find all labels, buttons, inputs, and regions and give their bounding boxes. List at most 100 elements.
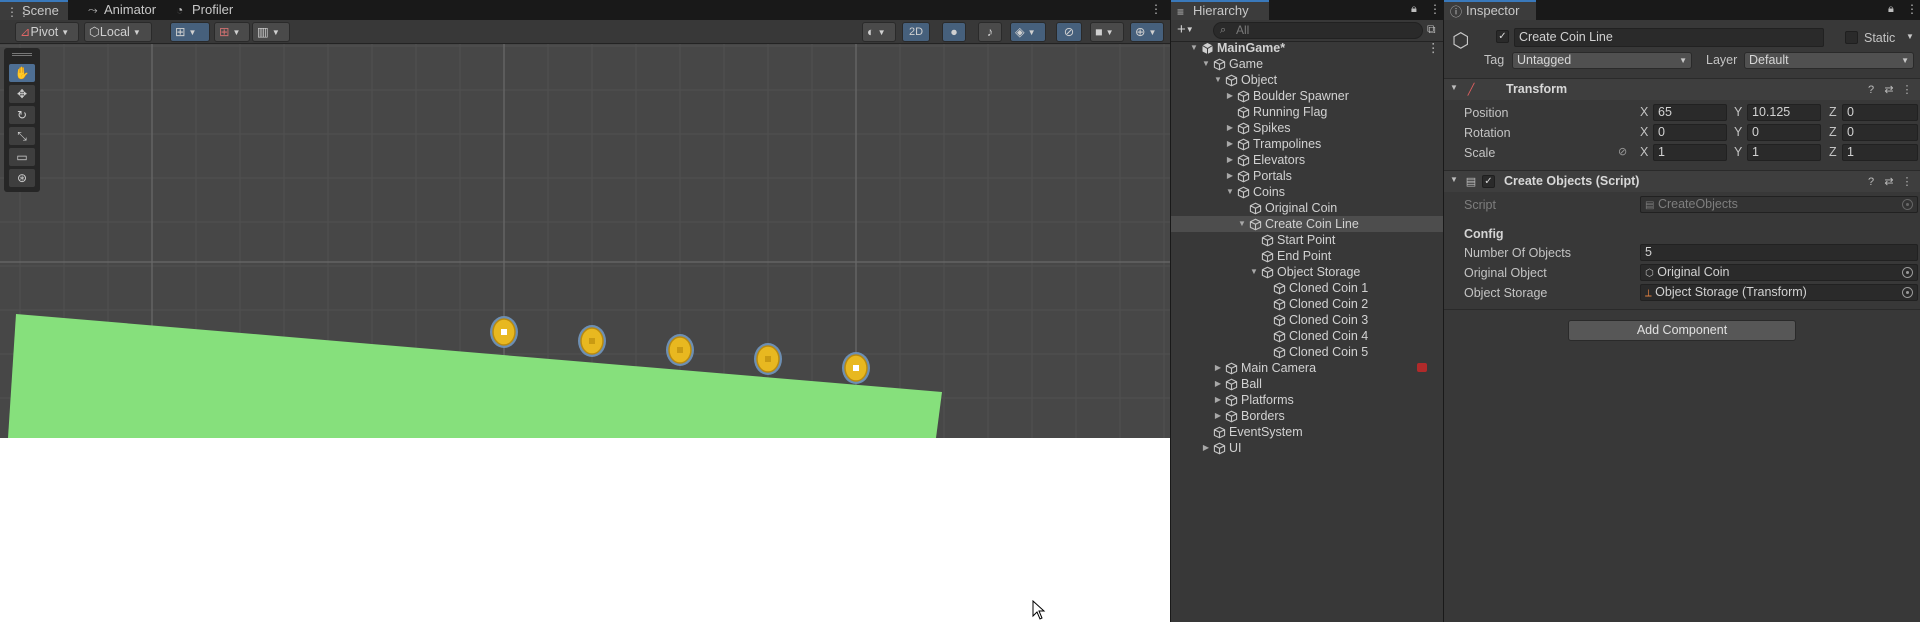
- rotate-tool-button[interactable]: ↻: [9, 106, 35, 124]
- transform-tool-button[interactable]: ⊛: [9, 169, 35, 187]
- hierarchy-item[interactable]: ▼ Object: [1171, 72, 1444, 88]
- collapse-arrow-icon[interactable]: ▼: [1450, 83, 1458, 92]
- hierarchy-item[interactable]: ▶ Portals: [1171, 168, 1444, 184]
- help-icon[interactable]: ?: [1864, 175, 1878, 189]
- create-add-icon[interactable]: +▼: [1177, 21, 1194, 38]
- coin-sprite[interactable]: [754, 343, 782, 375]
- object-storage-field[interactable]: ⟂ Object Storage (Transform): [1640, 284, 1918, 301]
- static-dropdown-caret-icon[interactable]: ▼: [1906, 32, 1914, 41]
- local-dropdown[interactable]: ⬡Local ▼: [84, 22, 152, 42]
- collapsed-arrow-icon[interactable]: ▶: [1213, 360, 1223, 376]
- expanded-arrow-icon[interactable]: ▼: [1189, 40, 1199, 56]
- scale-y-field[interactable]: 1: [1747, 144, 1821, 161]
- static-checkbox[interactable]: [1845, 31, 1858, 44]
- coin-sprite[interactable]: [490, 316, 518, 348]
- collapsed-arrow-icon[interactable]: ▶: [1225, 120, 1235, 136]
- coin-sprite[interactable]: [578, 325, 606, 357]
- position-z-field[interactable]: 0: [1842, 104, 1918, 121]
- component-menu-icon[interactable]: ⋮: [1900, 175, 1914, 189]
- collapsed-arrow-icon[interactable]: ▶: [1213, 392, 1223, 408]
- object-name-field[interactable]: Create Coin Line: [1514, 28, 1824, 47]
- tag-dropdown[interactable]: Untagged ▼: [1512, 52, 1692, 69]
- hierarchy-item[interactable]: ▶ Boulder Spawner: [1171, 88, 1444, 104]
- effects-dropdown[interactable]: ◈ ▼: [1010, 22, 1046, 42]
- scale-tool-button[interactable]: ⤡: [9, 127, 35, 145]
- hierarchy-item[interactable]: Start Point: [1171, 232, 1444, 248]
- collapsed-arrow-icon[interactable]: ▶: [1213, 408, 1223, 424]
- hierarchy-item[interactable]: Cloned Coin 3: [1171, 312, 1444, 328]
- lock-icon[interactable]: 🔒︎: [1888, 3, 1894, 16]
- lighting-toggle-button[interactable]: ●: [942, 22, 966, 42]
- hierarchy-item[interactable]: ▼ Game: [1171, 56, 1444, 72]
- hierarchy-item[interactable]: ▶ Main Camera: [1171, 360, 1444, 376]
- coin-sprite[interactable]: [842, 352, 870, 384]
- gizmos-dropdown[interactable]: ⊕ ▼: [1130, 22, 1164, 42]
- position-x-field[interactable]: 65: [1653, 104, 1727, 121]
- hierarchy-item[interactable]: ▶ Trampolines: [1171, 136, 1444, 152]
- tab-inspector[interactable]: ⓘ Inspector: [1444, 0, 1536, 20]
- original-object-field[interactable]: ⬡ Original Coin: [1640, 264, 1918, 281]
- coin-sprite[interactable]: [666, 334, 694, 366]
- hierarchy-item[interactable]: Cloned Coin 4: [1171, 328, 1444, 344]
- hierarchy-item[interactable]: Original Coin: [1171, 200, 1444, 216]
- expanded-arrow-icon[interactable]: ▼: [1213, 72, 1223, 88]
- active-checkbox[interactable]: ✓: [1496, 30, 1509, 43]
- snap-settings-button[interactable]: ⊞ ▼: [214, 22, 250, 42]
- object-picker-icon[interactable]: [1902, 287, 1913, 298]
- toggle-2d-button[interactable]: 2D: [902, 22, 930, 42]
- rotation-y-field[interactable]: 0: [1747, 124, 1821, 141]
- component-enabled-checkbox[interactable]: ✓: [1482, 175, 1495, 188]
- hierarchy-item[interactable]: ▶ Elevators: [1171, 152, 1444, 168]
- hierarchy-item[interactable]: ▶ Borders: [1171, 408, 1444, 424]
- increment-snap-button[interactable]: ▥ ▼: [252, 22, 290, 42]
- collapsed-arrow-icon[interactable]: ▶: [1225, 152, 1235, 168]
- tab-scene[interactable]: ⋮⋮ Scene: [0, 0, 68, 20]
- grid-snap-button[interactable]: ⊞ ▼: [170, 22, 210, 42]
- scene-visibility-button[interactable]: ⊘: [1056, 22, 1082, 42]
- collapsed-arrow-icon[interactable]: ▶: [1201, 440, 1211, 456]
- hierarchy-item[interactable]: Cloned Coin 1: [1171, 280, 1444, 296]
- hierarchy-item[interactable]: EventSystem: [1171, 424, 1444, 440]
- palette-grip-icon[interactable]: [12, 53, 32, 56]
- script-component-header[interactable]: ▼ ▤ ✓ Create Objects (Script) ? ⇄ ⋮: [1444, 170, 1920, 192]
- hierarchy-item[interactable]: ▼ Coins: [1171, 184, 1444, 200]
- component-menu-icon[interactable]: ⋮: [1900, 83, 1914, 97]
- panel-menu-icon[interactable]: ⋮: [1429, 2, 1441, 16]
- rotation-x-field[interactable]: 0: [1653, 124, 1727, 141]
- lock-icon[interactable]: 🔒︎: [1411, 3, 1417, 16]
- hierarchy-item[interactable]: Running Flag: [1171, 104, 1444, 120]
- hierarchy-item[interactable]: ▶ Platforms: [1171, 392, 1444, 408]
- hierarchy-item[interactable]: ▼ Object Storage: [1171, 264, 1444, 280]
- ground-platform[interactable]: [8, 314, 942, 438]
- collapse-arrow-icon[interactable]: ▼: [1450, 175, 1458, 184]
- expanded-arrow-icon[interactable]: ▼: [1225, 184, 1235, 200]
- hierarchy-item[interactable]: ▼ Create Coin Line: [1171, 216, 1444, 232]
- collapsed-arrow-icon[interactable]: ▶: [1225, 136, 1235, 152]
- hierarchy-item[interactable]: Cloned Coin 2: [1171, 296, 1444, 312]
- hierarchy-item[interactable]: ▶ Ball: [1171, 376, 1444, 392]
- hand-tool-button[interactable]: ✋: [9, 64, 35, 82]
- panel-menu-icon[interactable]: ⋮: [1906, 2, 1918, 16]
- camera-settings-dropdown[interactable]: ■ ▼: [1090, 22, 1124, 42]
- tab-animator[interactable]: ⤳ Animator: [82, 0, 162, 20]
- scale-z-field[interactable]: 1: [1842, 144, 1918, 161]
- hierarchy-item[interactable]: End Point: [1171, 248, 1444, 264]
- shading-mode-dropdown[interactable]: ◐ ▼: [862, 22, 896, 42]
- collapsed-arrow-icon[interactable]: ▶: [1213, 376, 1223, 392]
- collapsed-arrow-icon[interactable]: ▶: [1225, 88, 1235, 104]
- tab-hierarchy[interactable]: ≡ Hierarchy: [1171, 0, 1269, 20]
- transform-header[interactable]: ▼ ╱ Transform ? ⇄ ⋮: [1444, 78, 1920, 100]
- preset-icon[interactable]: ⇄: [1882, 175, 1896, 189]
- panel-menu-icon[interactable]: ⋮: [1150, 2, 1162, 16]
- scale-x-field[interactable]: 1: [1653, 144, 1727, 161]
- pivot-dropdown[interactable]: ⊿Pivot ▼: [15, 22, 79, 42]
- expanded-arrow-icon[interactable]: ▼: [1237, 216, 1247, 232]
- tab-profiler[interactable]: ◔ Profiler: [170, 0, 246, 20]
- help-icon[interactable]: ?: [1864, 83, 1878, 97]
- collapsed-arrow-icon[interactable]: ▶: [1225, 168, 1235, 184]
- expanded-arrow-icon[interactable]: ▼: [1249, 264, 1259, 280]
- hierarchy-item[interactable]: Cloned Coin 5: [1171, 344, 1444, 360]
- search-filter-icon[interactable]: ⧉: [1427, 22, 1436, 37]
- position-y-field[interactable]: 10.125: [1747, 104, 1821, 121]
- rect-tool-button[interactable]: ▭: [9, 148, 35, 166]
